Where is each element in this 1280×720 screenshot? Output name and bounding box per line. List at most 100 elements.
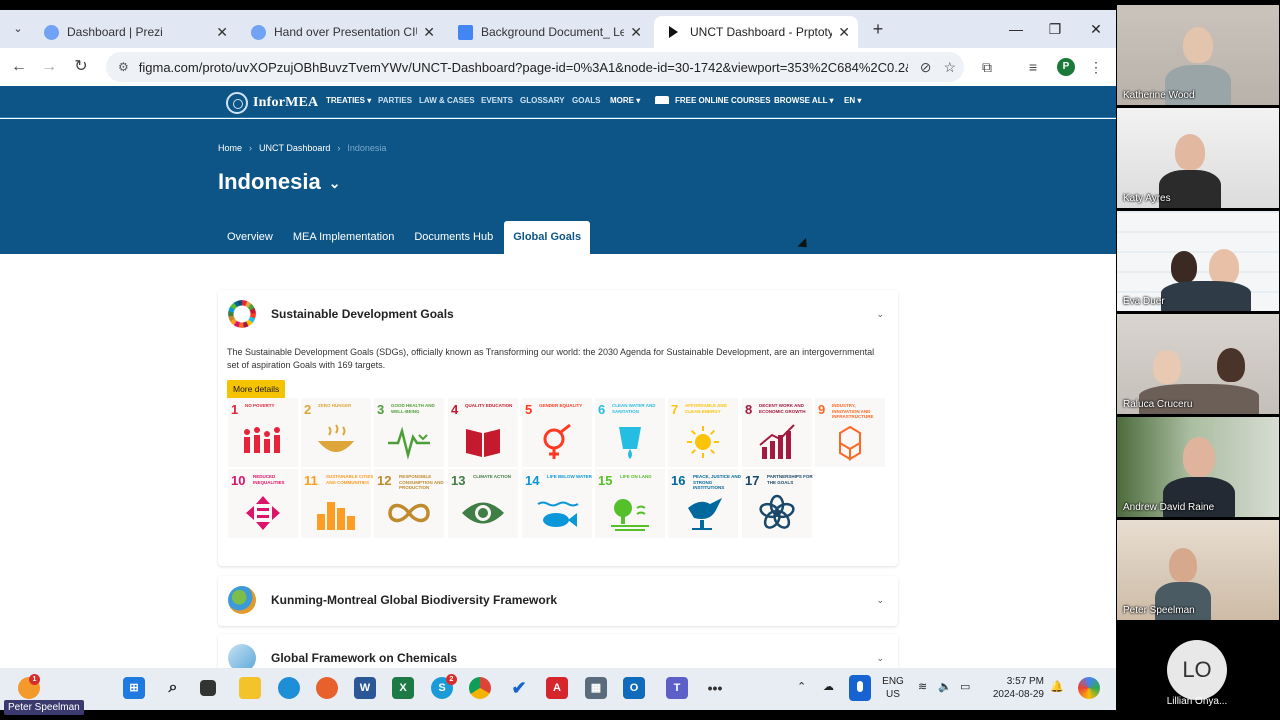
sdg-goal-11[interactable]: 11 Sustainable cities and communities bbox=[301, 469, 373, 538]
volume-icon[interactable]: 🔈 bbox=[938, 680, 952, 693]
nav-parties[interactable]: PARTIES bbox=[378, 96, 412, 105]
chemicals-panel-header[interactable]: Global Framework on Chemicals ⌄ bbox=[218, 634, 898, 668]
participant-tile[interactable]: Peter Speelman bbox=[1117, 520, 1279, 620]
sdg-goal-9[interactable]: 9 Industry, innovation and infrastructure bbox=[815, 398, 885, 467]
participant-tile[interactable]: Andrew David Raine bbox=[1117, 417, 1279, 517]
breadcrumb-home[interactable]: Home bbox=[218, 143, 242, 153]
chevron-up-icon[interactable]: ⌃ bbox=[797, 680, 806, 693]
breadcrumb-unct-dashboard[interactable]: UNCT Dashboard bbox=[259, 143, 330, 153]
chrome-icon[interactable] bbox=[469, 677, 491, 699]
participant-tile[interactable]: Eva Duer bbox=[1117, 211, 1279, 311]
nav-glossary[interactable]: GLOSSARY bbox=[520, 96, 565, 105]
url-field[interactable] bbox=[138, 59, 908, 75]
nav-treaties[interactable]: TREATIES ▾ bbox=[326, 96, 371, 105]
sdg-goal-12[interactable]: 12 Responsible consumption and production bbox=[374, 469, 444, 538]
windows-start-icon[interactable]: ⊞ bbox=[123, 677, 145, 699]
browser-menu-icon[interactable]: ⋮ bbox=[1086, 57, 1106, 77]
file-explorer-icon[interactable] bbox=[239, 677, 261, 699]
browser-tab-unct-dashboard[interactable]: UNCT Dashboard - Prptotype ✕ bbox=[654, 16, 858, 48]
firefox-icon[interactable] bbox=[316, 677, 338, 699]
tab-overview[interactable]: Overview bbox=[218, 221, 282, 254]
eye-off-icon[interactable]: ⊘ bbox=[920, 59, 932, 76]
close-icon[interactable]: ✕ bbox=[423, 24, 435, 41]
sdg-panel-header[interactable]: Sustainable Development Goals ⌄ bbox=[218, 290, 898, 338]
tab-mea-implementation[interactable]: MEA Implementation bbox=[284, 221, 404, 254]
task-view-icon[interactable] bbox=[200, 680, 216, 696]
sdg-goal-17[interactable]: 17 Partnerships for the goals bbox=[742, 469, 813, 538]
word-icon[interactable]: W bbox=[354, 677, 376, 699]
sdg-goal-16[interactable]: 16 Peace, justice and strong institutions bbox=[668, 469, 741, 538]
restore-icon[interactable]: ❐ bbox=[1043, 18, 1067, 40]
media-queue-icon[interactable]: ≡ bbox=[1023, 57, 1043, 77]
close-icon[interactable]: ✕ bbox=[216, 24, 228, 41]
sdg-goal-number: 8 bbox=[745, 402, 753, 417]
new-tab-plus-icon[interactable]: + bbox=[868, 19, 888, 39]
sdg-goal-13[interactable]: 13 Climate action bbox=[448, 469, 518, 538]
informea-logo[interactable]: InforMEA bbox=[226, 92, 318, 114]
sdg-goal-2[interactable]: 2 Zero hunger bbox=[301, 398, 371, 467]
nav-language[interactable]: EN ▾ bbox=[844, 96, 861, 105]
sdg-goal-6[interactable]: 6 Clean water and sanitation bbox=[595, 398, 665, 467]
sdg-goal-3[interactable]: 3 Good health and well-being bbox=[374, 398, 444, 467]
system-clock[interactable]: 3:57 PM 2024-08-29 bbox=[988, 675, 1044, 701]
tab-search-chevron-icon[interactable]: ⌄ bbox=[8, 19, 28, 39]
chevron-down-icon[interactable]: ⌄ bbox=[876, 309, 884, 320]
participant-tile[interactable]: Katy Ayres bbox=[1117, 108, 1279, 208]
todo-check-icon[interactable]: ✔ bbox=[508, 677, 530, 699]
forward-arrow-icon[interactable]: → bbox=[38, 56, 60, 78]
participant-tile[interactable]: Raluca Cruceru bbox=[1117, 314, 1279, 414]
address-bar[interactable]: ⚙ ⊘ ☆ bbox=[106, 52, 964, 82]
browser-tab-background-doc[interactable]: Background Document_ Learni ✕ bbox=[446, 16, 650, 48]
network-off-icon[interactable]: ☁ bbox=[823, 680, 834, 693]
nav-free-online-courses[interactable]: FREE ONLINE COURSES bbox=[655, 96, 771, 105]
acrobat-icon[interactable]: A bbox=[546, 677, 568, 699]
sdg-goal-4[interactable]: 4 Quality education bbox=[448, 398, 518, 467]
country-selector[interactable]: Indonesia ⌄ bbox=[218, 169, 340, 195]
nav-goals[interactable]: GOALS bbox=[572, 96, 600, 105]
avatar[interactable]: LO bbox=[1167, 640, 1227, 700]
tab-documents-hub[interactable]: Documents Hub bbox=[405, 221, 502, 254]
calculator-icon[interactable]: ▦ bbox=[585, 677, 607, 699]
nav-events[interactable]: EVENTS bbox=[481, 96, 513, 105]
browser-tab-prezi[interactable]: Dashboard | Prezi ✕ bbox=[32, 16, 236, 48]
nav-browse-all[interactable]: BROWSE ALL ▾ bbox=[774, 96, 834, 105]
close-icon[interactable]: ✕ bbox=[630, 24, 642, 41]
search-icon[interactable]: ⌕ bbox=[162, 677, 184, 699]
nav-more[interactable]: MORE ▾ bbox=[610, 96, 640, 105]
site-settings-icon[interactable]: ⚙ bbox=[118, 60, 129, 74]
chevron-down-icon[interactable]: ⌄ bbox=[876, 595, 884, 606]
more-apps-icon[interactable]: ••• bbox=[704, 677, 726, 699]
window-close-icon[interactable]: ✕ bbox=[1084, 18, 1108, 40]
tab-global-goals[interactable]: Global Goals bbox=[504, 221, 591, 254]
extensions-puzzle-icon[interactable]: ⧉ bbox=[977, 57, 997, 77]
battery-icon[interactable]: ▭ bbox=[960, 680, 970, 693]
sdg-goal-14[interactable]: 14 Life below water bbox=[522, 469, 592, 538]
copilot-icon[interactable] bbox=[1078, 677, 1100, 699]
close-icon[interactable]: ✕ bbox=[838, 24, 850, 41]
profile-avatar[interactable]: P bbox=[1057, 58, 1075, 76]
sdg-goal-15[interactable]: 15 Life on land bbox=[595, 469, 665, 538]
reload-icon[interactable]: ↻ bbox=[70, 56, 92, 78]
sdg-goal-1[interactable]: 1 No poverty bbox=[228, 398, 298, 467]
teams-icon[interactable]: T bbox=[666, 677, 688, 699]
notifications-bell-icon[interactable]: 🔔 bbox=[1050, 680, 1064, 693]
more-details-button[interactable]: More details bbox=[227, 380, 286, 399]
edge-icon[interactable] bbox=[278, 677, 300, 699]
sdg-goal-8[interactable]: 8 Decent work and economic growth bbox=[742, 398, 812, 467]
minimize-icon[interactable]: — bbox=[1004, 18, 1028, 40]
star-icon[interactable]: ☆ bbox=[943, 59, 956, 76]
outlook-icon[interactable]: O bbox=[623, 677, 645, 699]
browser-tab-handover[interactable]: Hand over Presentation CIU Au ✕ bbox=[239, 16, 443, 48]
language-indicator[interactable]: ENG US bbox=[882, 675, 904, 701]
back-arrow-icon[interactable]: ← bbox=[8, 56, 30, 78]
sdg-goal-5[interactable]: 5 Gender equality bbox=[522, 398, 592, 467]
excel-icon[interactable]: X bbox=[392, 677, 414, 699]
nav-law-cases[interactable]: LAW & CASES bbox=[419, 96, 475, 105]
sdg-goal-7[interactable]: 7 Affordable and clean energy bbox=[668, 398, 738, 467]
wifi-icon[interactable]: ≋ bbox=[918, 680, 927, 693]
chevron-down-icon[interactable]: ⌄ bbox=[876, 653, 884, 664]
sdg-goal-10[interactable]: 10 Reduced inequalities bbox=[228, 469, 298, 538]
gbf-panel-header[interactable]: Kunming-Montreal Global Biodiversity Fra… bbox=[218, 576, 898, 624]
participant-tile[interactable]: Katherine Wood bbox=[1117, 5, 1279, 105]
microphone-icon[interactable] bbox=[849, 675, 871, 701]
